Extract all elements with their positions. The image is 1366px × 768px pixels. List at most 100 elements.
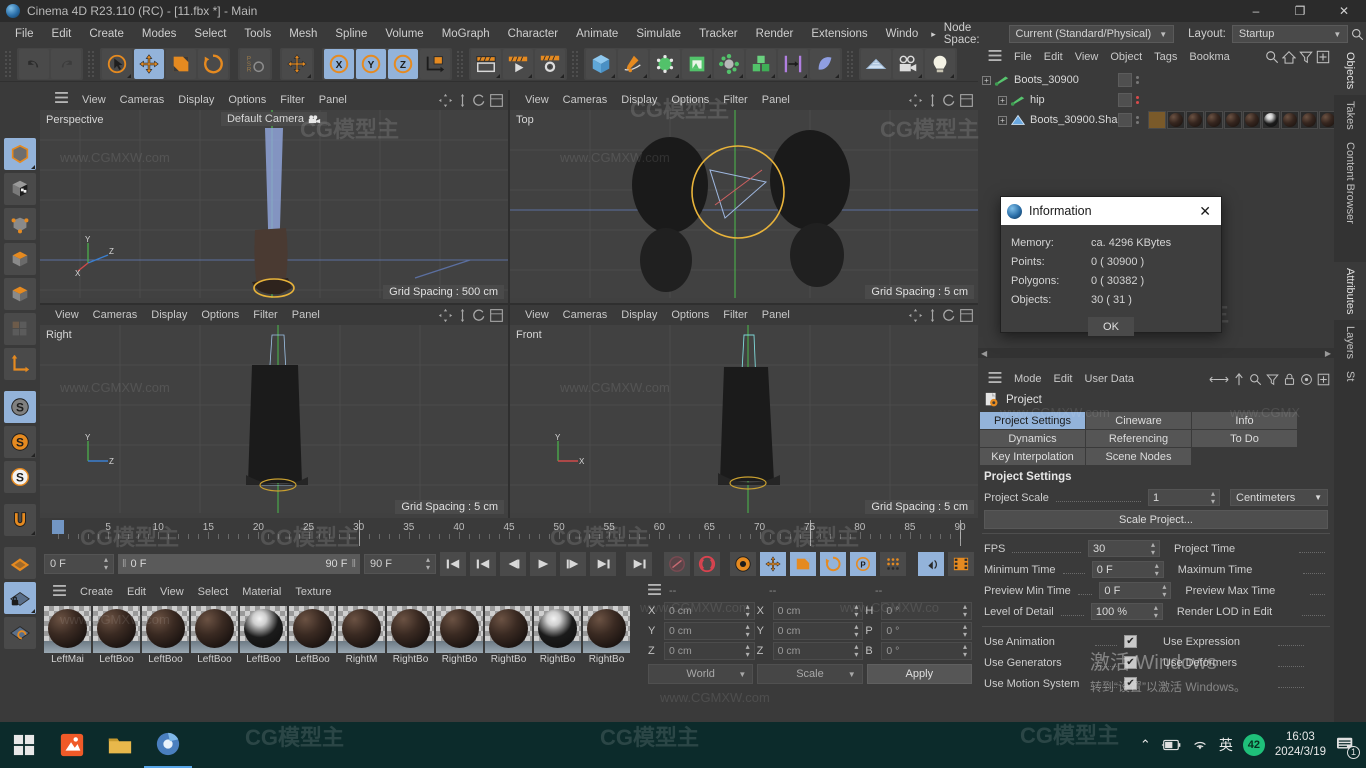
menu-overflow-icon[interactable]: ▸ [927, 29, 940, 40]
vp-menu-display[interactable]: Display [171, 90, 221, 110]
toolbar-grip[interactable] [4, 49, 13, 78]
object-axis-button[interactable] [420, 48, 450, 79]
om-menu-view[interactable]: View [1069, 51, 1105, 63]
material-item[interactable]: RightBo [485, 606, 532, 665]
vp-menu-cameras[interactable]: Cameras [86, 305, 145, 325]
object-row[interactable]: + hip [978, 90, 1334, 110]
vp-menu-view[interactable]: View [518, 90, 556, 110]
viewport-top[interactable]: View Cameras Display Options Filter Pane… [510, 90, 978, 303]
material-preview[interactable] [289, 606, 336, 653]
mograph-cloner-button[interactable] [746, 48, 776, 79]
om-menu-file[interactable]: File [1008, 51, 1038, 63]
pos-z-field[interactable]: 0 cm ▴ ▾ [664, 642, 755, 660]
material-preview[interactable] [534, 606, 581, 653]
redo-button[interactable] [51, 48, 81, 79]
project-scale-field[interactable]: 1 ▴ ▾ [1148, 489, 1220, 506]
visibility-toggle[interactable] [1118, 93, 1132, 107]
key-scale-button[interactable] [790, 552, 816, 576]
menu-modes[interactable]: Modes [133, 22, 186, 46]
information-dialog[interactable]: Information ✕ Memory: ca. 4296 KBytes Po… [1000, 196, 1222, 336]
viewport-right[interactable]: View Cameras Display Options Filter Pane… [40, 305, 508, 518]
field-object-button[interactable] [810, 48, 840, 79]
rot-b-field[interactable]: 0 ° ▴ ▾ [881, 642, 972, 660]
menu-mograph[interactable]: MoGraph [433, 22, 499, 46]
spinner-icon[interactable]: ▴ ▾ [963, 603, 967, 619]
viewport-right-canvas[interactable]: Y Z Right Grid Spacing : 5 cm [40, 325, 508, 518]
tab-takes[interactable]: Takes [1334, 95, 1366, 136]
mm-menu-select[interactable]: Select [191, 586, 236, 598]
vp-menu-panel[interactable]: Panel [312, 90, 354, 110]
coords-menu-icon[interactable] [648, 584, 661, 598]
ime-indicator[interactable]: 英 [1219, 735, 1233, 755]
om-menu-tags[interactable]: Tags [1148, 51, 1183, 63]
spinner-icon[interactable]: ▴ ▾ [746, 603, 750, 619]
om-menu-bookmark[interactable]: Bookma [1183, 51, 1235, 63]
material-preview[interactable] [387, 606, 434, 653]
material-item[interactable]: LeftBoo [142, 606, 189, 665]
visibility-dots[interactable] [1136, 116, 1139, 124]
enable-snap-button[interactable]: S [4, 391, 36, 423]
am-menu-icon[interactable] [982, 372, 1008, 386]
mm-menu-view[interactable]: View [153, 586, 191, 598]
rot-p-field[interactable]: 0 ° ▴ ▾ [881, 622, 972, 640]
spinner-icon[interactable]: ▴ ▾ [746, 643, 750, 659]
quantize-button[interactable]: S [4, 461, 36, 493]
close-button[interactable]: ✕ [1322, 0, 1366, 22]
material-preview[interactable] [338, 606, 385, 653]
setting-field[interactable]: 0 F ▴ ▾ [1091, 561, 1164, 578]
uv-mode-button[interactable] [4, 313, 36, 345]
y-axis-toggle-button[interactable]: Y [356, 48, 386, 79]
spinner-icon[interactable]: ▴ ▾ [854, 623, 858, 639]
attribute-tab[interactable]: Dynamics [980, 430, 1085, 447]
visibility-dots[interactable] [1136, 96, 1139, 104]
edges-mode-button[interactable] [4, 243, 36, 275]
vp-menu-panel[interactable]: Panel [285, 305, 327, 325]
tray-expand-icon[interactable]: ⌃ [1140, 737, 1151, 753]
taskbar-app-browser[interactable] [144, 722, 192, 768]
visibility-dots[interactable] [1136, 76, 1139, 84]
step-back-button[interactable] [500, 552, 526, 576]
apply-button[interactable]: Apply [866, 664, 972, 684]
material-tag[interactable] [1243, 111, 1261, 129]
tab-attributes[interactable]: Attributes [1334, 261, 1366, 321]
vp-menu-display[interactable]: Display [614, 90, 664, 110]
coordinate-mode-select[interactable]: Scale ▼ [757, 664, 863, 684]
tab-objects[interactable]: Objects [1334, 46, 1366, 96]
menu-select[interactable]: Select [185, 22, 235, 46]
material-tag[interactable] [1224, 111, 1242, 129]
workplane-button[interactable] [4, 547, 36, 579]
spinner-icon[interactable]: ▴ ▾ [854, 603, 858, 619]
menu-tools[interactable]: Tools [235, 22, 280, 46]
vp-menu-cameras[interactable]: Cameras [113, 90, 172, 110]
vp-menu-filter[interactable]: Filter [246, 305, 284, 325]
world-coordinates-button[interactable] [282, 48, 312, 79]
mm-menu-material[interactable]: Material [235, 586, 288, 598]
psr-lock-button[interactable]: PSR [240, 48, 270, 79]
mm-menu-edit[interactable]: Edit [120, 586, 153, 598]
rot-h-field[interactable]: 0 ° ▴ ▾ [881, 602, 972, 620]
maximize-button[interactable]: ❐ [1278, 0, 1322, 22]
align-workplane-button[interactable] [4, 617, 36, 649]
align-button[interactable] [778, 48, 808, 79]
tab-layers[interactable]: Layers [1334, 320, 1366, 365]
attribute-tab[interactable]: To Do [1192, 430, 1297, 447]
material-item[interactable]: RightBo [436, 606, 483, 665]
camera-object-button[interactable] [893, 48, 923, 79]
attribute-tab[interactable]: Key Interpolation [980, 448, 1085, 465]
object-manager-scrollbar[interactable]: ◀ ▶ [978, 348, 1334, 358]
spinner-icon[interactable]: ▴ ▾ [1162, 582, 1166, 599]
clock[interactable]: 16:03 2024/3/19 [1275, 730, 1326, 760]
material-item[interactable]: LeftBoo [289, 606, 336, 665]
om-menu-object[interactable]: Object [1104, 51, 1148, 63]
menu-create[interactable]: Create [80, 22, 133, 46]
menu-mesh[interactable]: Mesh [280, 22, 326, 46]
timeline-button[interactable] [948, 552, 974, 576]
sound-button[interactable] [918, 552, 944, 576]
object-row[interactable]: + Boots_30900.Shape [978, 110, 1337, 130]
play-button[interactable] [530, 552, 556, 576]
notification-count-badge[interactable]: 42 [1242, 734, 1265, 756]
material-preview[interactable] [191, 606, 238, 653]
material-item[interactable]: LeftBoo [93, 606, 140, 665]
tab-content-browser[interactable]: Content Browser [1334, 136, 1366, 230]
go-to-end-button[interactable] [626, 552, 652, 576]
